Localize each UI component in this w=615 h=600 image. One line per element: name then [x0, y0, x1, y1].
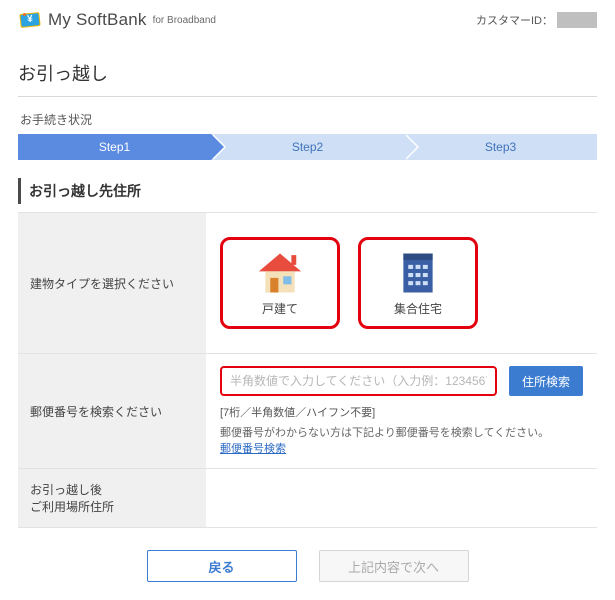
new-address-label-line2: ご利用場所住所 [30, 498, 114, 515]
softbank-logo-icon: ¥ [18, 8, 42, 32]
step-progress: Step1 Step2 Step3 [18, 134, 597, 160]
page-title: お引っ越し [18, 60, 597, 86]
building-icon [392, 250, 444, 296]
brand-sub-text: for Broadband [153, 15, 216, 26]
section-title: お引っ越し先住所 [18, 178, 597, 204]
step-2: Step2 [211, 134, 404, 160]
footer-buttons: 戻る 上記内容で次へ [0, 528, 615, 600]
step-3: Step3 [404, 134, 597, 160]
building-option-apartment[interactable]: 集合住宅 [358, 237, 478, 329]
new-address-label: お引っ越し後 ご利用場所住所 [18, 469, 206, 527]
building-option-house[interactable]: 戸建て [220, 237, 340, 329]
new-address-label-line1: お引っ越し後 [30, 481, 102, 498]
new-address-value [206, 469, 597, 527]
header: ¥ My SoftBank for Broadband カスタマーID： [0, 0, 615, 42]
postal-lookup-link[interactable]: 郵便番号検索 [220, 443, 286, 455]
step-1-label: Step1 [99, 140, 130, 154]
brand: ¥ My SoftBank for Broadband [18, 8, 216, 32]
row-building-type: 建物タイプを選択ください 戸建て [18, 212, 597, 353]
divider [18, 96, 597, 97]
step-3-label: Step3 [485, 140, 516, 154]
row-new-address: お引っ越し後 ご利用場所住所 [18, 468, 597, 528]
building-option-house-label: 戸建て [262, 300, 298, 317]
building-option-apartment-label: 集合住宅 [394, 300, 442, 317]
postal-label: 郵便番号を検索ください [18, 354, 206, 468]
customer-id-label: カスタマーID： [476, 12, 553, 28]
row-postal: 郵便番号を検索ください 住所検索 [7桁／半角数値／ハイフン不要] 郵便番号がわ… [18, 353, 597, 468]
step-2-label: Step2 [292, 140, 323, 154]
house-icon [254, 250, 306, 296]
postal-input[interactable] [220, 366, 497, 396]
customer-id: カスタマーID： [476, 12, 597, 28]
postal-hint: [7桁／半角数値／ハイフン不要] [220, 404, 583, 420]
progress-label: お手続き状況 [20, 111, 597, 128]
brand-main-text: My SoftBank [48, 10, 147, 30]
building-type-label: 建物タイプを選択ください [18, 213, 206, 353]
back-button[interactable]: 戻る [147, 550, 297, 582]
step-1: Step1 [18, 134, 211, 160]
customer-id-value-masked [557, 12, 597, 28]
postal-subnote: 郵便番号がわからない方は下記より郵便番号を検索してください。 [220, 424, 583, 440]
next-button[interactable]: 上記内容で次へ [319, 550, 469, 582]
address-search-button[interactable]: 住所検索 [509, 366, 583, 396]
